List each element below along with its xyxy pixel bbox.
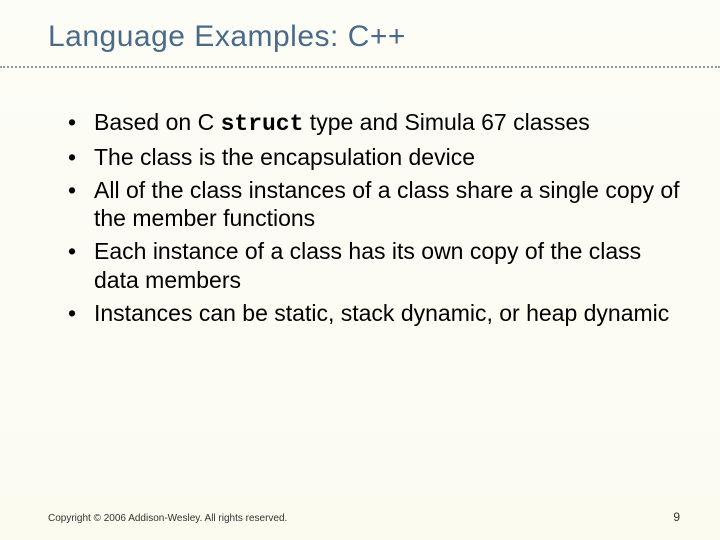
footer: Copyright © 2006 Addison-Wesley. All rig…: [48, 510, 680, 524]
bullet-code: struct: [221, 111, 304, 137]
bullet-item: Instances can be static, stack dynamic, …: [80, 299, 680, 328]
bullet-text-pre: Based on C: [94, 109, 221, 135]
slide: Language Examples: C++ Based on C struct…: [0, 0, 720, 540]
title-divider: [0, 66, 720, 68]
bullet-item: Based on C struct type and Simula 67 cla…: [80, 108, 680, 139]
bullet-list: Based on C struct type and Simula 67 cla…: [48, 108, 680, 327]
bullet-text-pre: All of the class instances of a class sh…: [94, 177, 680, 232]
bullet-text-post: type and Simula 67 classes: [303, 109, 589, 135]
bullet-text-pre: The class is the encapsulation device: [94, 144, 475, 170]
slide-title: Language Examples: C++: [48, 20, 680, 54]
bullet-item: All of the class instances of a class sh…: [80, 176, 680, 234]
bullet-item: Each instance of a class has its own cop…: [80, 237, 680, 295]
bullet-item: The class is the encapsulation device: [80, 143, 680, 172]
bullet-text-pre: Instances can be static, stack dynamic, …: [94, 300, 669, 326]
page-number: 9: [673, 510, 680, 524]
copyright-text: Copyright © 2006 Addison-Wesley. All rig…: [48, 513, 287, 524]
bullet-text-pre: Each instance of a class has its own cop…: [94, 238, 641, 293]
